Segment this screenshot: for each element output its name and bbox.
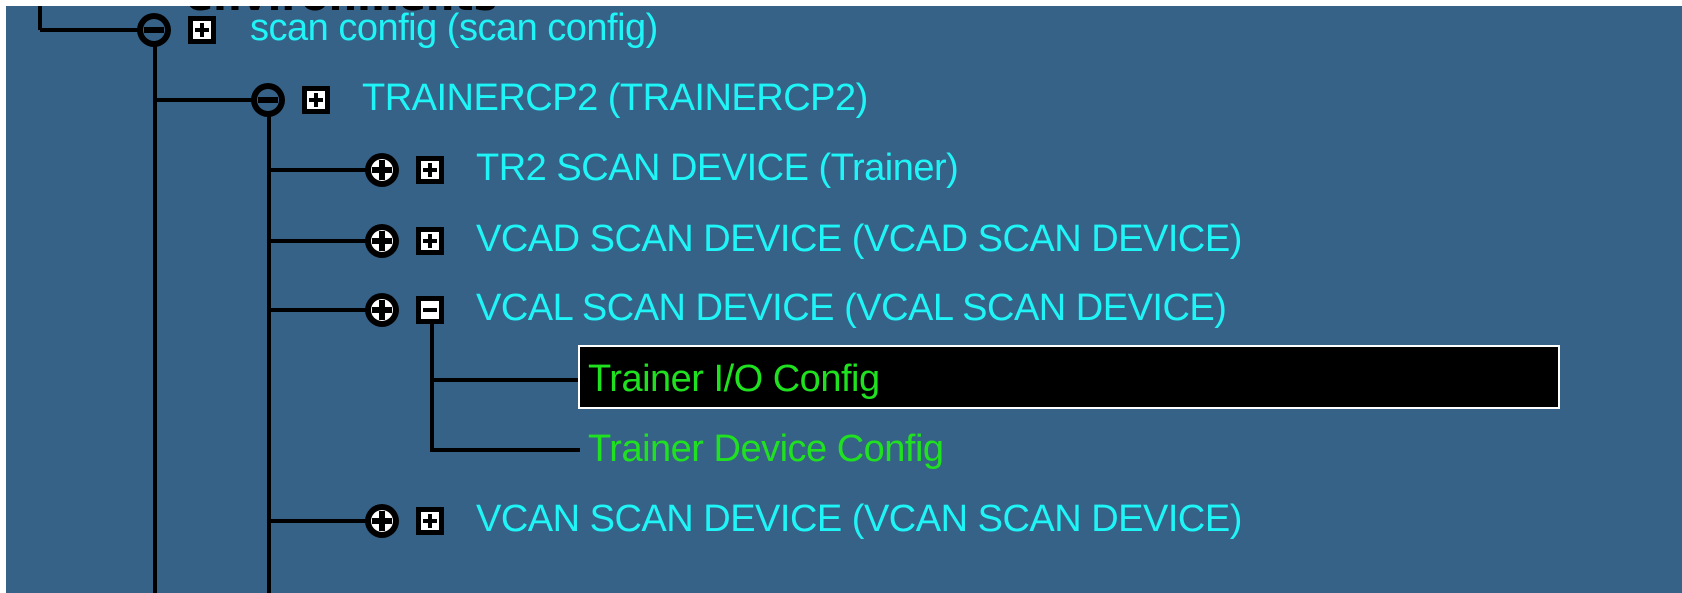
tree-leaf-trainer-device-config[interactable]: Trainer Device Config bbox=[588, 427, 944, 471]
tree-connector-line bbox=[430, 378, 580, 382]
tree-node-vcal-scan-device[interactable]: VCAL SCAN DEVICE (VCAL SCAN DEVICE) bbox=[476, 286, 1227, 330]
checkbox-plus-icon[interactable] bbox=[302, 86, 330, 114]
checkbox-plus-icon[interactable] bbox=[416, 227, 444, 255]
tree-node-tr2-scan-device[interactable]: TR2 SCAN DEVICE (Trainer) bbox=[476, 146, 959, 190]
expand-circle-icon[interactable] bbox=[362, 501, 402, 541]
tree-connector-line bbox=[153, 46, 157, 593]
checkbox-plus-icon[interactable] bbox=[416, 507, 444, 535]
tree-connector-line bbox=[40, 28, 140, 32]
tree-node-trainercp2[interactable]: TRAINERCP2 (TRAINERCP2) bbox=[362, 76, 868, 120]
tree-connector-line bbox=[38, 6, 42, 30]
tree-connector-line bbox=[269, 519, 369, 523]
tree-connector-line bbox=[430, 448, 580, 452]
collapse-circle-icon[interactable] bbox=[248, 80, 288, 120]
device-config-tree: environments scan config (scan config) T… bbox=[6, 6, 1682, 593]
tree-node-vcan-scan-device[interactable]: VCAN SCAN DEVICE (VCAN SCAN DEVICE) bbox=[476, 497, 1242, 541]
tree-connector-line bbox=[155, 98, 255, 102]
checkbox-plus-icon[interactable] bbox=[188, 16, 216, 44]
tree-connector-line bbox=[430, 324, 434, 450]
tree-node-scan-config[interactable]: scan config (scan config) bbox=[250, 6, 658, 50]
checkbox-minus-icon[interactable] bbox=[416, 296, 444, 324]
tree-connector-line bbox=[269, 168, 369, 172]
collapse-circle-icon[interactable] bbox=[134, 10, 174, 50]
tree-connector-line bbox=[269, 308, 369, 312]
expand-circle-icon[interactable] bbox=[362, 221, 402, 261]
checkbox-plus-icon[interactable] bbox=[416, 156, 444, 184]
tree-leaf-trainer-io-config[interactable]: Trainer I/O Config bbox=[588, 357, 880, 401]
tree-connector-line bbox=[269, 239, 369, 243]
expand-circle-icon[interactable] bbox=[362, 150, 402, 190]
tree-node-vcad-scan-device[interactable]: VCAD SCAN DEVICE (VCAD SCAN DEVICE) bbox=[476, 217, 1242, 261]
expand-circle-icon[interactable] bbox=[362, 290, 402, 330]
